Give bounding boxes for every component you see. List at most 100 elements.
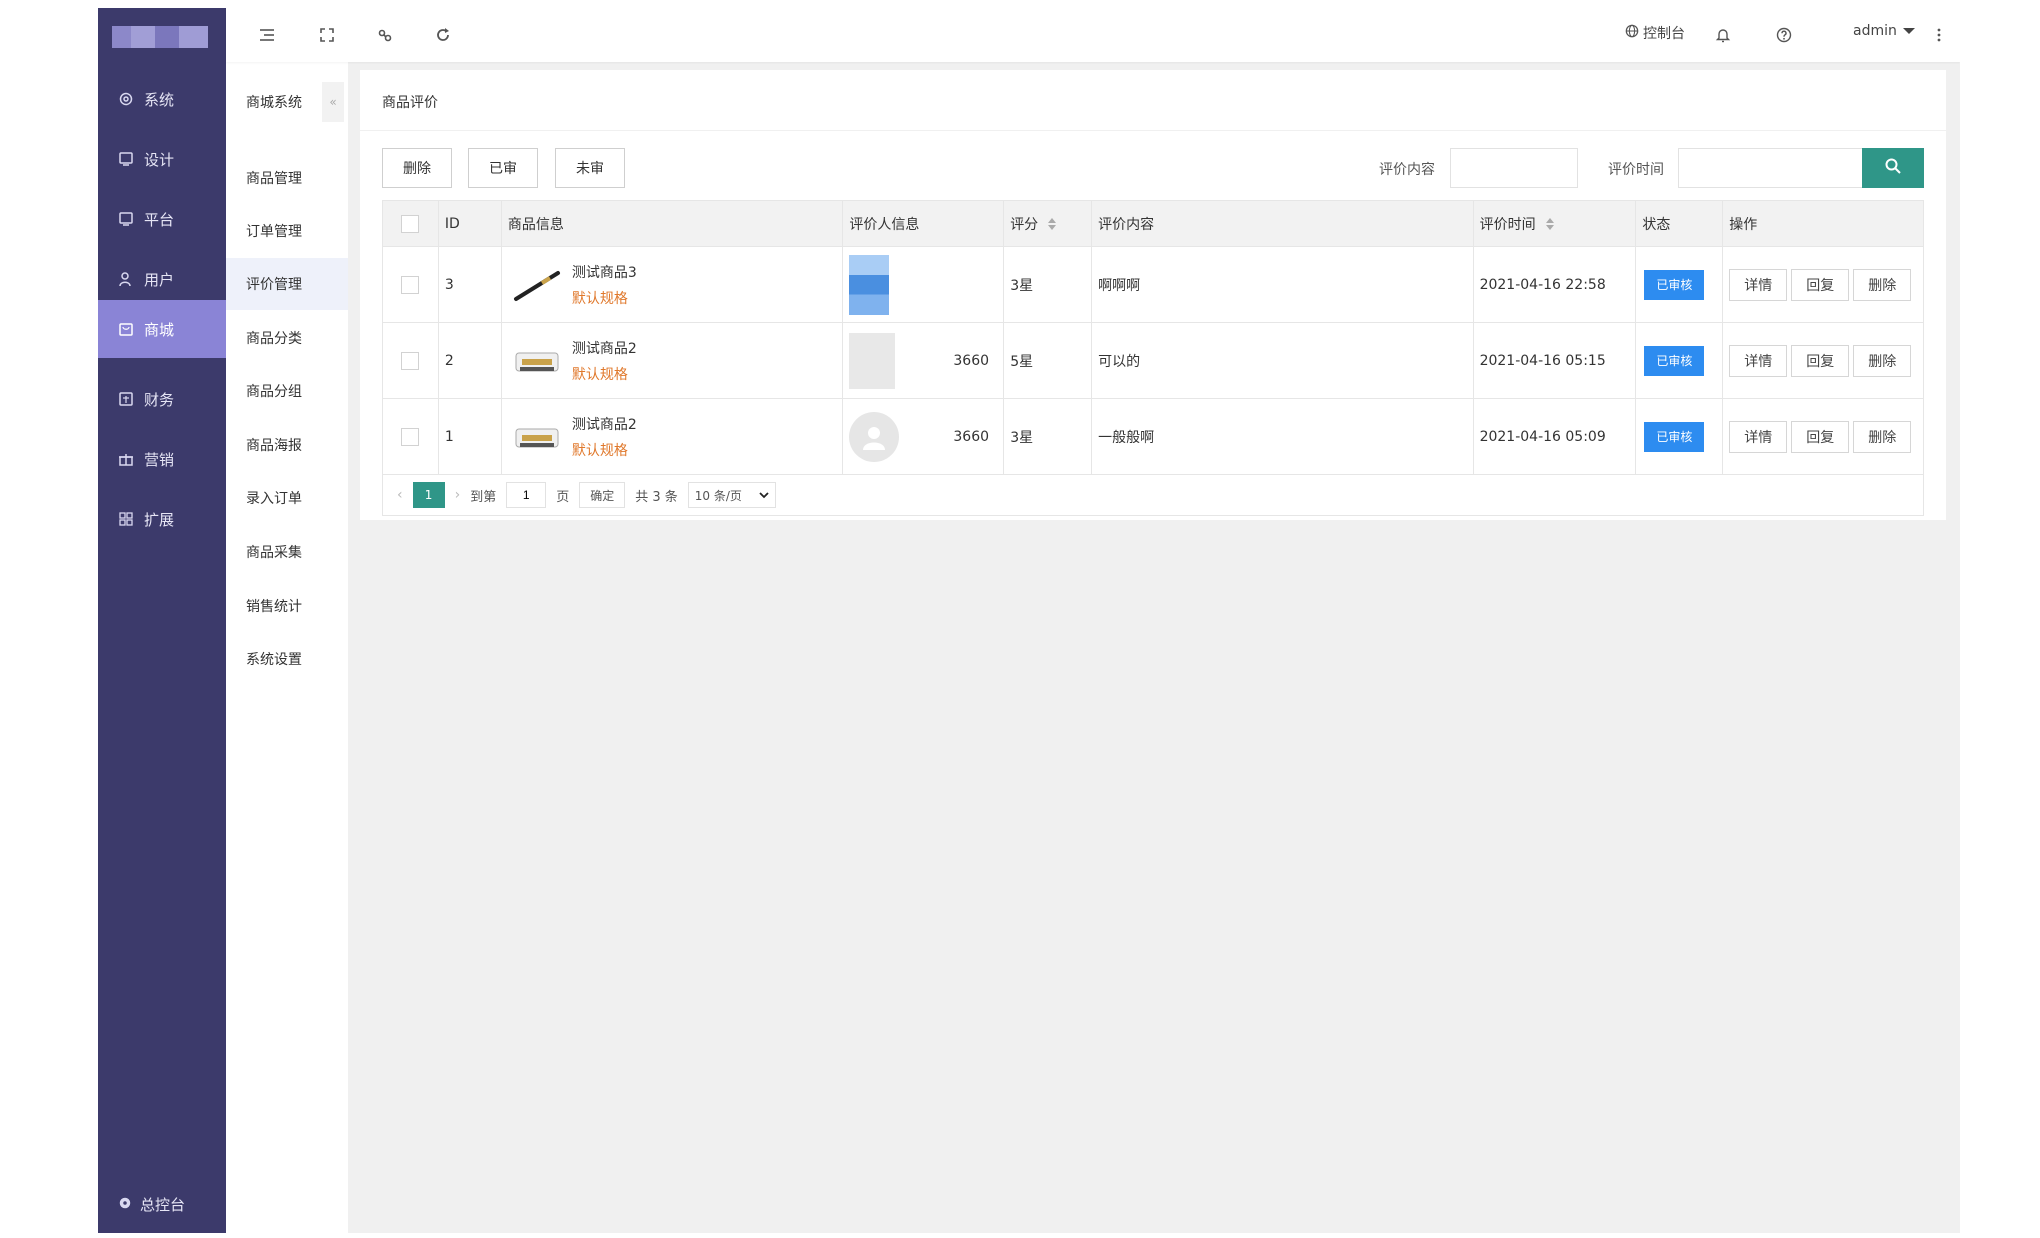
row-checkbox-cell bbox=[383, 247, 439, 322]
header-score[interactable]: 评分 bbox=[1004, 201, 1093, 246]
nav-item-label: 财务 bbox=[144, 390, 175, 409]
time-search-input[interactable] bbox=[1678, 148, 1870, 188]
row-checkbox[interactable] bbox=[401, 351, 420, 370]
nav-bottom-label: 总控台 bbox=[140, 1196, 186, 1214]
subnav-item-categories[interactable]: 商品分类 bbox=[226, 312, 348, 364]
detail-button[interactable]: 详情 bbox=[1729, 344, 1788, 377]
nav-item-console[interactable]: 总控台 bbox=[118, 1194, 185, 1215]
nav-item-label: 营销 bbox=[144, 450, 175, 469]
row-ops: 详情 回复 删除 bbox=[1723, 247, 1923, 322]
header-user: 评价人信息 bbox=[843, 201, 1005, 246]
status-badge[interactable]: 已审核 bbox=[1644, 269, 1705, 300]
subnav-item-settings[interactable]: 系统设置 bbox=[226, 633, 348, 685]
subnav-item-posters[interactable]: 商品海报 bbox=[226, 419, 348, 471]
product-name[interactable]: 测试商品2 bbox=[572, 414, 637, 434]
batch-delete-button[interactable]: 删除 bbox=[382, 148, 452, 188]
delete-button[interactable]: 删除 bbox=[1853, 268, 1912, 301]
row-product: 测试商品2 默认规格 bbox=[502, 323, 844, 398]
help-icon[interactable] bbox=[1771, 22, 1797, 48]
goto-page-input[interactable] bbox=[506, 482, 547, 508]
grid-icon bbox=[118, 511, 134, 527]
reply-button[interactable]: 回复 bbox=[1791, 344, 1850, 377]
subnav-item-stats[interactable]: 销售统计 bbox=[226, 580, 348, 632]
main-sidebar: 系统 设计 平台 用户 商城 财务 营销 扩展 总控台 bbox=[98, 8, 226, 1233]
avatar bbox=[849, 332, 896, 389]
sort-icon[interactable] bbox=[1545, 217, 1554, 230]
row-score: 5星 bbox=[1004, 323, 1093, 398]
subnav-item-orders[interactable]: 订单管理 bbox=[226, 205, 348, 257]
search-button[interactable] bbox=[1862, 148, 1924, 188]
nav-item-platform[interactable]: 平台 bbox=[98, 190, 226, 248]
table-row: 1 测试商品2 默认规格 3660 3星 一般般啊 2021-04-16 05:… bbox=[383, 399, 1923, 475]
user-id-text: 3660 bbox=[953, 428, 990, 445]
detail-button[interactable]: 详情 bbox=[1729, 420, 1788, 453]
subnav-item-groups[interactable]: 商品分组 bbox=[226, 365, 348, 417]
chevron-right-icon[interactable]: › bbox=[455, 487, 461, 503]
row-content: 可以的 bbox=[1092, 323, 1474, 398]
nav-item-marketing[interactable]: 营销 bbox=[98, 430, 226, 488]
product-name[interactable]: 测试商品2 bbox=[572, 338, 637, 358]
reviews-table: ID 商品信息 评价人信息 评分 评价内容 评价时间 状态 操作 3 测试商品3… bbox=[382, 200, 1924, 516]
page-number-current[interactable]: 1 bbox=[412, 482, 445, 508]
subnav-item-enter-order[interactable]: 录入订单 bbox=[226, 472, 348, 524]
header-time[interactable]: 评价时间 bbox=[1474, 201, 1637, 246]
pen-thumbnail-icon bbox=[512, 265, 562, 305]
more-icon[interactable] bbox=[1926, 22, 1952, 48]
refresh-icon[interactable] bbox=[430, 22, 456, 48]
fullscreen-icon[interactable] bbox=[314, 22, 340, 48]
select-all-checkbox[interactable] bbox=[401, 214, 420, 233]
nav-item-label: 用户 bbox=[144, 270, 175, 289]
row-time: 2021-04-16 05:09 bbox=[1474, 399, 1637, 474]
header-ops: 操作 bbox=[1729, 216, 1758, 233]
row-ops: 详情 回复 删除 bbox=[1723, 323, 1923, 398]
subnav-item-products[interactable]: 商品管理 bbox=[226, 152, 348, 204]
bell-icon[interactable] bbox=[1710, 22, 1736, 48]
nav-item-extension[interactable]: 扩展 bbox=[98, 490, 226, 548]
row-checkbox[interactable] bbox=[401, 275, 420, 294]
top-header: 控制台 admin bbox=[226, 8, 1960, 62]
nav-item-system[interactable]: 系统 bbox=[98, 70, 226, 128]
row-id: 1 bbox=[439, 399, 502, 474]
content-search-input[interactable] bbox=[1450, 148, 1578, 188]
reply-button[interactable]: 回复 bbox=[1791, 268, 1850, 301]
goto-confirm-button[interactable]: 确定 bbox=[579, 482, 626, 508]
nav-item-design[interactable]: 设计 bbox=[98, 130, 226, 188]
subnav-item-reviews[interactable]: 评价管理 bbox=[226, 258, 348, 310]
delete-button[interactable]: 删除 bbox=[1853, 420, 1912, 453]
admin-menu[interactable]: admin bbox=[1853, 23, 1915, 39]
sort-icon[interactable] bbox=[1048, 217, 1057, 230]
pagination: ‹ 1 › 到第 页 确定 共 3 条 10 条/页 bbox=[383, 475, 1923, 515]
menu-toggle-icon[interactable] bbox=[254, 22, 280, 48]
nav-item-finance[interactable]: 财务 bbox=[98, 370, 226, 428]
console-link[interactable]: 控制台 bbox=[1625, 23, 1685, 43]
page-size-select[interactable]: 10 条/页 bbox=[687, 482, 776, 508]
header-time-label: 评价时间 bbox=[1479, 216, 1536, 233]
chevron-left-icon[interactable]: ‹ bbox=[397, 487, 403, 503]
reply-button[interactable]: 回复 bbox=[1791, 420, 1850, 453]
page-title: 商品评价 bbox=[382, 95, 438, 111]
gift-icon bbox=[118, 451, 134, 467]
product-name[interactable]: 测试商品3 bbox=[572, 262, 637, 282]
header-product: 商品信息 bbox=[502, 201, 844, 246]
row-status-cell: 已审核 bbox=[1636, 399, 1724, 474]
row-checkbox[interactable] bbox=[401, 427, 420, 446]
row-product: 测试商品3 默认规格 bbox=[502, 247, 844, 322]
monitor-icon bbox=[118, 151, 134, 167]
row-id: 2 bbox=[439, 323, 502, 398]
row-user bbox=[843, 247, 1005, 322]
link-icon[interactable] bbox=[372, 22, 398, 48]
subnav-item-collect[interactable]: 商品采集 bbox=[226, 526, 348, 578]
detail-button[interactable]: 详情 bbox=[1729, 268, 1788, 301]
row-checkbox-cell bbox=[383, 323, 439, 398]
table-row: 2 测试商品2 默认规格 3660 5星 可以的 2021-04-16 05:1… bbox=[383, 323, 1923, 399]
nav-item-shop[interactable]: 商城 bbox=[98, 300, 226, 358]
mark-unreviewed-button[interactable]: 未审 bbox=[555, 148, 625, 188]
collapse-sidebar-button[interactable]: « bbox=[322, 82, 344, 122]
console-label: 控制台 bbox=[1643, 26, 1685, 42]
row-time: 2021-04-16 22:58 bbox=[1474, 247, 1637, 322]
status-badge[interactable]: 已审核 bbox=[1644, 421, 1705, 452]
mark-reviewed-button[interactable]: 已审 bbox=[468, 148, 538, 188]
status-badge[interactable]: 已审核 bbox=[1644, 345, 1705, 376]
delete-button[interactable]: 删除 bbox=[1853, 344, 1912, 377]
content-search-label: 评价内容 bbox=[1379, 162, 1435, 178]
